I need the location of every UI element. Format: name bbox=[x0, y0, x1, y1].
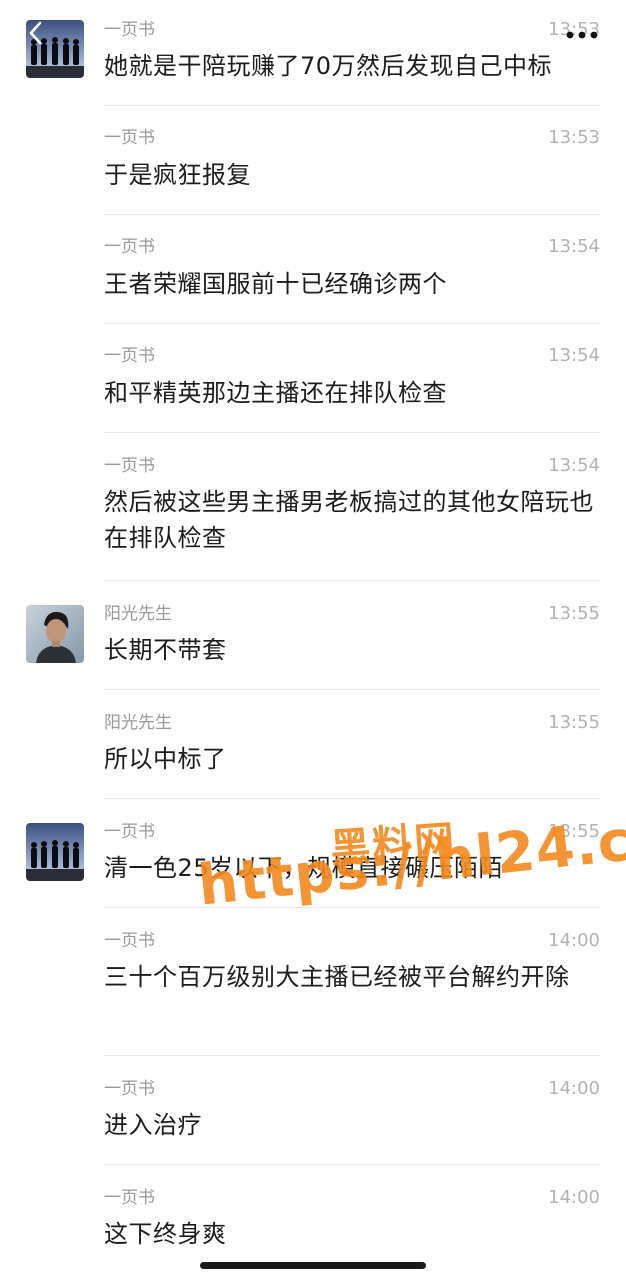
top-bar bbox=[0, 18, 626, 48]
avatar[interactable] bbox=[26, 605, 84, 663]
sender-name: 一页书 bbox=[104, 1188, 155, 1208]
message-time: 14:00 bbox=[548, 1078, 600, 1099]
sender-name: 一页书 bbox=[104, 346, 155, 366]
message-time: 13:54 bbox=[548, 236, 600, 257]
message-time: 13:55 bbox=[548, 603, 600, 624]
chat-message[interactable]: 一页书 13:54 王者荣耀国服前十已经确诊两个 bbox=[0, 215, 626, 324]
sender-name: 阳光先生 bbox=[104, 713, 172, 733]
message-text: 清一色25岁以下，规模直接碾压陌陌 bbox=[104, 854, 504, 882]
home-indicator[interactable] bbox=[200, 1262, 426, 1269]
more-dots-icon[interactable] bbox=[566, 30, 598, 40]
chat-message[interactable]: 一页书 13:54 和平精英那边主播还在排队检查 bbox=[0, 324, 626, 433]
message-text: 她就是干陪玩赚了70万然后发现自己中标 bbox=[104, 52, 553, 80]
message-time: 13:54 bbox=[548, 455, 600, 476]
chat-message[interactable]: 一页书 13:53 于是疯狂报复 bbox=[0, 106, 626, 215]
message-text: 长期不带套 bbox=[104, 636, 227, 664]
message-time: 13:53 bbox=[548, 127, 600, 148]
chat-message[interactable]: 阳光先生 13:55 长期不带套 bbox=[0, 581, 626, 690]
chat-message[interactable]: 一页书 13:54 然后被这些男主播男老板搞过的其他女陪玩也在排队检查 bbox=[0, 433, 626, 581]
sender-name: 一页书 bbox=[104, 822, 155, 842]
sender-name: 一页书 bbox=[104, 237, 155, 257]
message-time: 13:55 bbox=[548, 712, 600, 733]
sender-name: 一页书 bbox=[104, 128, 155, 148]
sender-name: 一页书 bbox=[104, 931, 155, 951]
chat-message[interactable]: 一页书 13:55 清一色25岁以下，规模直接碾压陌陌 bbox=[0, 799, 626, 908]
group-silhouette-icon bbox=[26, 823, 84, 881]
sender-name: 阳光先生 bbox=[104, 604, 172, 624]
back-chevron-icon[interactable] bbox=[26, 20, 46, 46]
chat-message[interactable]: 阳光先生 13:55 所以中标了 bbox=[0, 690, 626, 799]
chat-message[interactable]: 一页书 13:53 她就是干陪玩赚了70万然后发现自己中标 bbox=[0, 0, 626, 106]
message-time: 14:00 bbox=[548, 1187, 600, 1208]
message-text: 然后被这些男主播男老板搞过的其他女陪玩也在排队检查 bbox=[104, 488, 594, 552]
message-text: 王者荣耀国服前十已经确诊两个 bbox=[104, 270, 447, 298]
message-time: 13:55 bbox=[548, 821, 600, 842]
chat-message[interactable]: 一页书 14:00 这下终身爽 bbox=[0, 1165, 626, 1265]
message-text: 所以中标了 bbox=[104, 745, 227, 773]
message-text: 进入治疗 bbox=[104, 1111, 202, 1139]
message-text: 于是疯狂报复 bbox=[104, 161, 251, 189]
chat-message[interactable]: 一页书 14:00 进入治疗 bbox=[0, 1056, 626, 1165]
sender-name: 一页书 bbox=[104, 1079, 155, 1099]
message-text: 这下终身爽 bbox=[104, 1220, 227, 1248]
message-time: 14:00 bbox=[548, 930, 600, 951]
avatar[interactable] bbox=[26, 823, 84, 881]
message-time: 13:54 bbox=[548, 345, 600, 366]
message-text: 和平精英那边主播还在排队检查 bbox=[104, 379, 447, 407]
portrait-icon bbox=[26, 605, 84, 663]
message-text: 三十个百万级别大主播已经被平台解约开除 bbox=[104, 963, 570, 991]
sender-name: 一页书 bbox=[104, 456, 155, 476]
chat-message[interactable]: 一页书 14:00 三十个百万级别大主播已经被平台解约开除 bbox=[0, 908, 626, 1056]
